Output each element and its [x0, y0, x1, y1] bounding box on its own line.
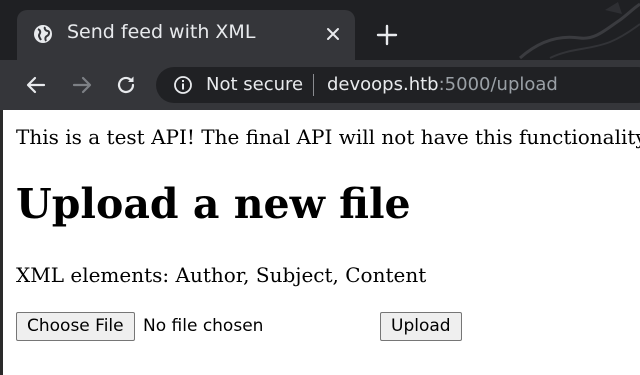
arrow-left-icon[interactable] — [24, 73, 48, 97]
url-text[interactable]: devoops.htb:5000/upload — [327, 74, 558, 95]
dragon-background-art — [510, 0, 640, 60]
xml-elements-note: XML elements: Author, Subject, Content — [16, 263, 427, 287]
address-bar[interactable]: Not secure devoops.htb:5000/upload — [156, 67, 640, 103]
security-label[interactable]: Not secure — [206, 74, 303, 95]
tab-title: Send feed with XML — [67, 21, 256, 43]
plus-icon[interactable] — [376, 24, 398, 46]
tab-strip: Send feed with XML — [0, 0, 640, 60]
omnibox-divider — [313, 74, 314, 96]
page-content: This is a test API! The final API will n… — [0, 110, 640, 375]
url-host: devoops.htb — [327, 74, 439, 95]
url-path: :5000/upload — [438, 74, 558, 95]
arrow-right-icon[interactable] — [70, 73, 94, 97]
upload-button[interactable]: Upload — [380, 312, 462, 341]
browser-tab[interactable]: Send feed with XML — [17, 10, 355, 60]
page-title: Upload a new file — [16, 180, 411, 228]
globe-icon — [33, 24, 53, 44]
close-icon[interactable] — [323, 24, 343, 44]
browser-toolbar: Not secure devoops.htb:5000/upload — [0, 60, 640, 110]
file-status-text: No file chosen — [143, 316, 264, 336]
test-api-notice: This is a test API! The final API will n… — [16, 125, 640, 149]
reload-icon[interactable] — [114, 73, 138, 97]
choose-file-button[interactable]: Choose File — [16, 312, 135, 341]
info-icon[interactable] — [173, 75, 193, 95]
